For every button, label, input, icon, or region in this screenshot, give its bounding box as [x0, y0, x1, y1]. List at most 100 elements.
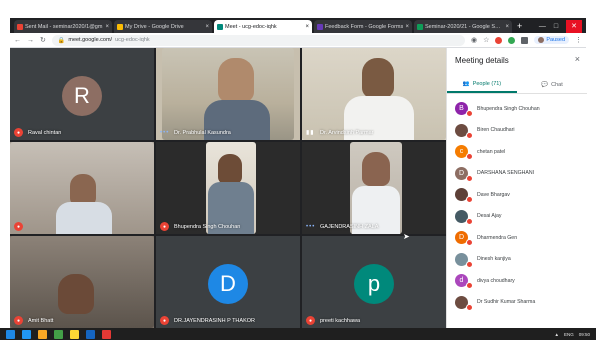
- window-close-icon[interactable]: ✕: [566, 20, 582, 33]
- mic-muted-icon: [466, 131, 473, 139]
- system-tray: ▲ ENG 09:50: [555, 332, 591, 337]
- excel-icon[interactable]: [54, 329, 63, 339]
- back-icon[interactable]: ←: [14, 37, 21, 44]
- person-video: [56, 202, 112, 234]
- participant-tile[interactable]: R ● Raval chintan: [10, 48, 154, 140]
- participant-row[interactable]: Dave Bhargav: [447, 184, 587, 206]
- close-tab-icon[interactable]: ×: [105, 24, 109, 30]
- tab-people-label: People (71): [472, 80, 502, 87]
- forms-icon: [317, 23, 323, 30]
- meet-video-grid: R ● Raval chintan ••• Dr. Prabhulal Kasu…: [10, 48, 446, 328]
- participant-name: Bhupendra Singh Chouhan: [477, 105, 540, 112]
- participant-row[interactable]: D Dharmendra Gen: [447, 227, 587, 249]
- mic-muted-icon: [466, 217, 473, 225]
- participant-tile[interactable]: ● Amit Bhatt: [10, 236, 154, 328]
- participant-name: Desai Ajay: [477, 213, 502, 220]
- avatar: [455, 252, 473, 268]
- sheets-icon: [417, 23, 423, 30]
- more-options-icon[interactable]: •••: [160, 130, 169, 136]
- tray-arrow-icon[interactable]: ▲: [555, 332, 559, 337]
- participant-name: divya choudhary: [477, 277, 515, 284]
- browser-tab-meet[interactable]: Meet - ucg-edoc-iqhk ×: [214, 20, 312, 33]
- participant-name: Dr. Arvindsinh Parmar: [320, 130, 374, 136]
- forward-icon[interactable]: →: [27, 37, 34, 44]
- participant-tile[interactable]: ••• Dr. Prabhulal Kasundra: [156, 48, 300, 140]
- participant-name: preeti kachhawa: [320, 318, 361, 324]
- tab-people[interactable]: 👥 People (71): [447, 76, 517, 93]
- maximize-icon[interactable]: □: [554, 20, 558, 33]
- camera-icon[interactable]: ◉: [471, 36, 477, 44]
- mic-muted-icon: ●: [14, 222, 23, 231]
- participant-row[interactable]: Desai Ajay: [447, 206, 587, 228]
- participant-tile[interactable]: ▮▮ Dr. Arvindsinh Parmar: [302, 48, 446, 140]
- close-tab-icon[interactable]: ×: [305, 24, 309, 30]
- person-video: [218, 154, 242, 184]
- close-tab-icon[interactable]: ×: [405, 24, 409, 30]
- participant-name: GAJENDRASINH ZALA: [320, 224, 379, 230]
- browser-tab-gmail[interactable]: Sent Mail - seminar2020/1@gm ×: [14, 20, 112, 33]
- word-icon[interactable]: [86, 329, 95, 339]
- avatar: D: [208, 264, 248, 304]
- url-path: ucg-edoc-iqhk: [115, 37, 150, 43]
- extensions-puzzle-icon[interactable]: [521, 36, 529, 44]
- avatar: [455, 123, 473, 139]
- chrome-icon[interactable]: [70, 329, 79, 339]
- person-video: [362, 58, 394, 98]
- clock[interactable]: 09:50: [579, 332, 590, 337]
- tab-title: Seminar-2020/21 - Google Sheets: [425, 23, 504, 30]
- mic-muted-icon: ●: [160, 316, 169, 325]
- edge-icon[interactable]: [22, 329, 31, 339]
- browser-tab-drive[interactable]: My Drive - Google Drive ×: [114, 20, 212, 33]
- browser-tab-forms[interactable]: Feedback Form - Google Forms ×: [314, 20, 412, 33]
- extension-icon[interactable]: [508, 36, 516, 44]
- participant-tile[interactable]: D ● DR.JAYENDRASINH P THAKOR: [156, 236, 300, 328]
- person-video: [362, 152, 390, 186]
- tab-title: Feedback Form - Google Forms: [325, 23, 404, 30]
- new-tab-button[interactable]: +: [517, 20, 522, 33]
- profile-status: Paused: [546, 37, 565, 43]
- browser-tab-sheets[interactable]: Seminar-2020/21 - Google Sheets ×: [414, 20, 512, 33]
- participant-row[interactable]: c chetan patel: [447, 141, 587, 163]
- avatar: B: [455, 102, 473, 118]
- participant-tile[interactable]: ● Bhupendra Singh Chouhan: [156, 142, 300, 234]
- participant-row[interactable]: d divya choudhary: [447, 270, 587, 292]
- panel-tabs: 👥 People (71) 💬 Chat: [447, 76, 587, 94]
- mouse-cursor-icon: ➤: [403, 232, 410, 241]
- participant-row[interactable]: B Bhupendra Singh Chouhan: [447, 98, 587, 120]
- participant-row[interactable]: Biren Chaudhari: [447, 120, 587, 142]
- avatar: c: [455, 145, 473, 161]
- bookmark-star-icon[interactable]: ☆: [483, 36, 489, 44]
- participant-tile[interactable]: ••• GAJENDRASINH ZALA: [302, 142, 446, 234]
- close-tab-icon[interactable]: ×: [205, 24, 209, 30]
- close-tab-icon[interactable]: ×: [505, 24, 509, 30]
- powerpoint-icon[interactable]: [102, 329, 111, 339]
- tab-chat[interactable]: 💬 Chat: [517, 76, 587, 93]
- url-field[interactable]: 🔒 meet.google.com/ucg-edoc-iqhk: [51, 34, 465, 46]
- participant-list: B Bhupendra Singh Chouhan Biren Chaudhari c…: [447, 98, 587, 313]
- participant-name: Biren Chaudhari: [477, 127, 515, 134]
- participant-name: DARSHANA SENGHANI: [477, 170, 535, 177]
- windows-start-icon[interactable]: [6, 329, 15, 339]
- participant-tile[interactable]: p ● preeti kachhawa: [302, 236, 446, 328]
- browser-menu-icon[interactable]: ⋮: [575, 36, 582, 44]
- windows-taskbar: ▲ ENG 09:50: [0, 328, 596, 340]
- meeting-details-panel: Meeting details × 👥 People (71) 💬 Chat B…: [446, 48, 587, 328]
- top-banner: [0, 0, 596, 18]
- profile-button[interactable]: Paused: [534, 36, 569, 44]
- extension-icon[interactable]: [495, 36, 503, 44]
- file-explorer-icon[interactable]: [38, 329, 47, 339]
- participant-name: chetan patel: [477, 148, 506, 155]
- person-video: [58, 274, 94, 314]
- browser-tab-strip: Sent Mail - seminar2020/1@gm × My Drive …: [10, 18, 586, 33]
- tab-title: Meet - ucg-edoc-iqhk: [225, 23, 277, 30]
- language-indicator[interactable]: ENG: [564, 332, 574, 337]
- participant-row[interactable]: Dinesh kanjiya: [447, 249, 587, 271]
- more-options-icon[interactable]: •••: [306, 224, 315, 230]
- reload-icon[interactable]: ↻: [40, 36, 46, 44]
- participant-tile[interactable]: ●: [10, 142, 154, 234]
- participant-row[interactable]: D DARSHANA SENGHANI: [447, 163, 587, 185]
- chat-icon: 💬: [541, 81, 549, 88]
- participant-row[interactable]: Dr Sudhir Kumar Sharma: [447, 292, 587, 314]
- close-panel-icon[interactable]: ×: [575, 54, 580, 64]
- minimize-icon[interactable]: —: [539, 20, 546, 33]
